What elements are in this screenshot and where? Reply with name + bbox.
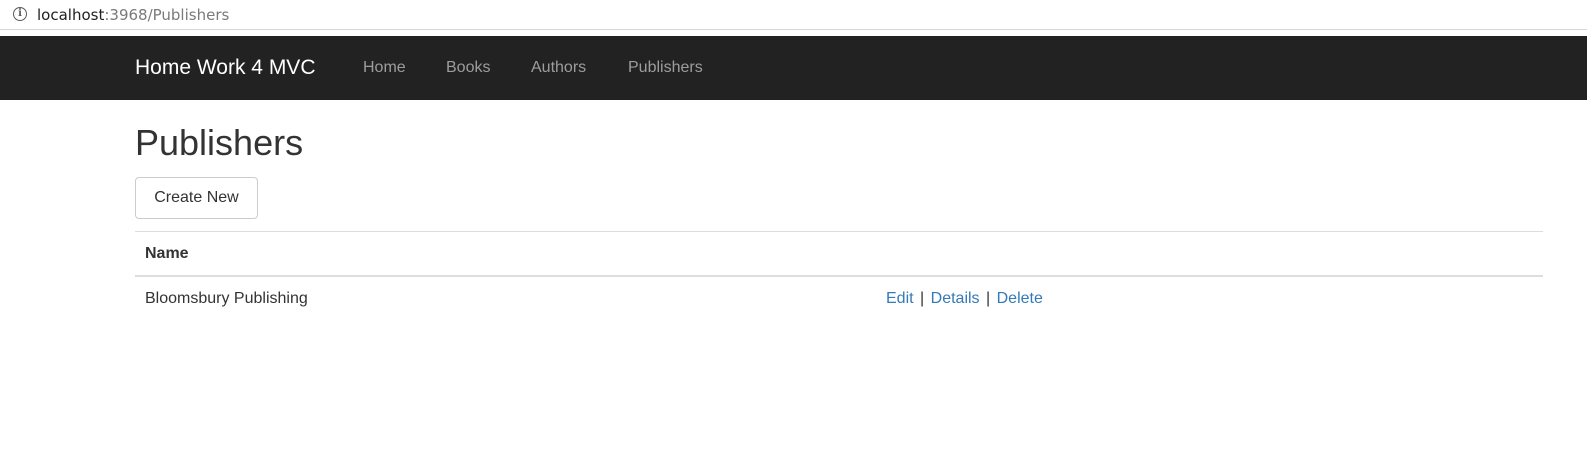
delete-link[interactable]: Delete: [997, 290, 1043, 307]
publishers-table: Name Bloomsbury Publishing Edit | Detail…: [135, 231, 1543, 321]
top-navbar: Home Work 4 MVC Home Books Authors Publi…: [0, 36, 1587, 100]
url-host: localhost: [37, 6, 105, 24]
publisher-name-cell: Bloomsbury Publishing: [145, 290, 308, 307]
edit-link[interactable]: Edit: [886, 290, 914, 307]
url-path: :3968/Publishers: [104, 6, 230, 24]
action-separator: |: [920, 290, 925, 307]
action-separator: |: [986, 290, 991, 307]
nav-item-home[interactable]: Home: [363, 58, 406, 78]
navbar-brand[interactable]: Home Work 4 MVC: [135, 55, 315, 81]
url-text[interactable]: localhost:3968/Publishers: [37, 5, 229, 25]
browser-address-bar[interactable]: i localhost:3968/Publishers: [0, 0, 1587, 30]
table-row: Bloomsbury Publishing Edit | Details | D…: [135, 276, 1543, 321]
column-header-actions: [876, 232, 1543, 277]
nav-item-publishers[interactable]: Publishers: [628, 58, 703, 78]
nav-item-books[interactable]: Books: [446, 58, 490, 78]
details-link[interactable]: Details: [931, 290, 980, 307]
table-header-row: Name: [135, 231, 1543, 277]
column-header-name: Name: [145, 244, 189, 262]
nav-item-authors[interactable]: Authors: [531, 58, 586, 78]
info-circle-icon[interactable]: i: [13, 7, 27, 21]
actions-cell: Edit | Details | Delete: [876, 276, 1543, 321]
create-new-button[interactable]: Create New: [135, 177, 258, 219]
page-title: Publishers: [135, 122, 304, 163]
